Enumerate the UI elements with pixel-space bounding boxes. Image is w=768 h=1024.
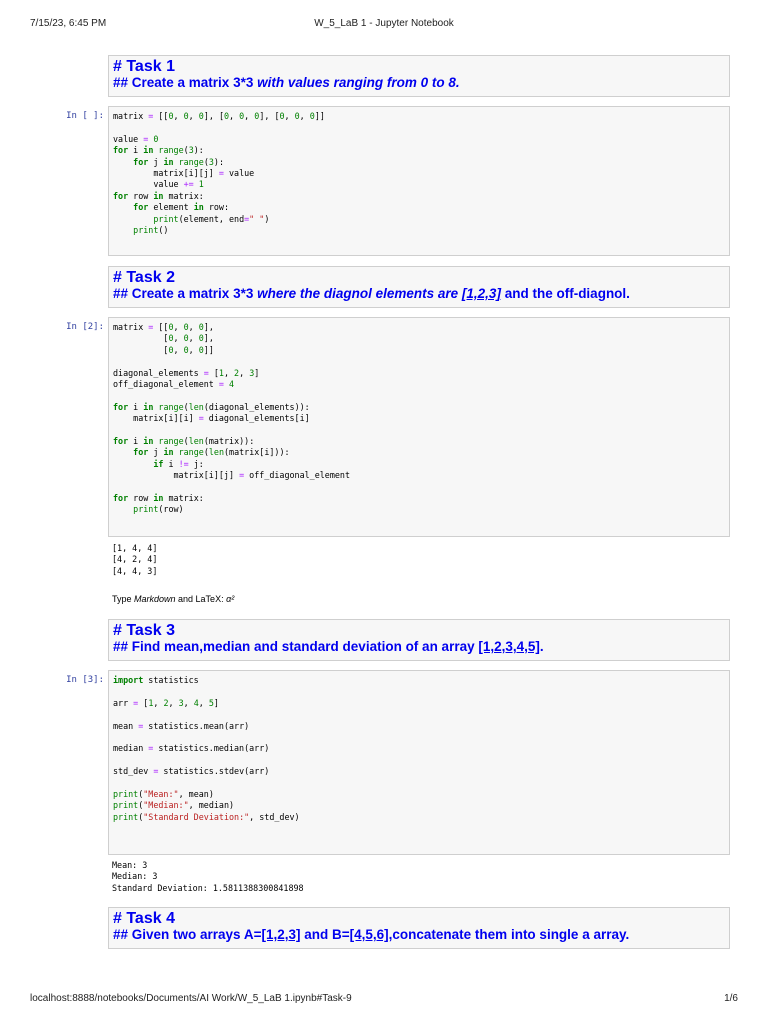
code-line: print("Median:", median) [113,800,235,811]
code-cell-1[interactable]: matrix = [[0, 0, 0], [0, 0, 0], [0, 0, 0… [108,106,730,256]
code-line: value = 0 [113,133,159,144]
code-line: median = statistics.median(arr) [113,743,270,754]
code-line: print() [133,224,169,235]
code-line: for j in range(len(matrix[i])): [133,447,290,458]
task2-heading: # Task 2 [113,269,175,286]
markdown-cell-task1[interactable]: # Task 1 ## Create a matrix 3*3 with val… [108,55,730,97]
task1-heading: # Task 1 [113,58,175,75]
task3-subheading: ## Find mean,median and standard deviati… [113,639,544,654]
code-line: diagonal_elements = [1, 2, 3] [113,367,260,378]
code-line: [0, 0, 0]] [113,344,214,355]
task2-link[interactable]: [1,2,3] [462,286,501,301]
code2-output: [1, 4, 4] [4, 2, 4] [4, 4, 3] [112,543,158,576]
code-line: for i in range(len(matrix)): [113,435,255,446]
print-header: 7/15/23, 6:45 PM W_5_LaB 1 - Jupyter Not… [30,18,738,32]
code-line: for i in range(len(diagonal_elements)): [113,401,310,412]
code3-prompt: In [3]: [66,675,104,685]
code-line: print("Mean:", mean) [113,788,214,799]
code-line: mean = statistics.mean(arr) [113,720,250,731]
code-line: for row in matrix: [113,492,204,503]
print-page-number: 1/6 [724,993,738,1004]
code-line: for j in range(3): [133,156,224,167]
rendered-markdown-cell[interactable]: Type Markdown and LaTeX: α² [112,594,234,604]
code-line: print(element, end=" ") [153,213,270,224]
code-line: off_diagonal_element = 4 [113,378,235,389]
task4-link-a[interactable]: [1,2,3] [261,927,300,942]
code-line: for i in range(3): [113,145,204,156]
code-line: matrix[i][j] = off_diagonal_element [113,470,351,481]
code-line: matrix[i][j] = value [113,167,255,178]
markdown-cell-task4[interactable]: # Task 4 ## Given two arrays A=[1,2,3] a… [108,907,730,949]
code-line: matrix = [[0, 0, 0], [0, 0, 0], [0, 0, 0… [113,111,325,121]
task1-subheading: ## Create a matrix 3*3 with values rangi… [113,75,460,90]
code-line: if i != j: [153,458,204,469]
code-line: for row in matrix: [113,190,204,201]
markdown-cell-task2[interactable]: # Task 2 ## Create a matrix 3*3 where th… [108,266,730,308]
task3-link[interactable]: [1,2,3,4,5] [478,639,540,654]
code-line: matrix = [[0, 0, 0], [113,322,214,332]
print-url: localhost:8888/notebooks/Documents/AI Wo… [30,993,352,1004]
code2-prompt: In [2]: [66,322,104,332]
task4-subheading: ## Given two arrays A=[1,2,3] and B=[4,5… [113,927,630,942]
code1-prompt: In [ ]: [66,111,104,121]
code-cell-3[interactable]: import statistics arr = [1, 2, 3, 4, 5] … [108,670,730,855]
code-line: arr = [1, 2, 3, 4, 5] [113,697,219,708]
code-line: std_dev = statistics.stdev(arr) [113,766,270,777]
print-title: W_5_LaB 1 - Jupyter Notebook [314,18,454,29]
code-line: print("Standard Deviation:", std_dev) [113,811,300,822]
code-line: import statistics [113,675,199,685]
task4-link-b[interactable]: [4,5,6] [350,927,389,942]
code-cell-2[interactable]: matrix = [[0, 0, 0], [0, 0, 0], [0, 0, 0… [108,317,730,537]
code-line: value += 1 [113,179,204,190]
task3-heading: # Task 3 [113,622,175,639]
code3-output: Mean: 3 Median: 3 Standard Deviation: 1.… [112,860,304,893]
code-line: print(row) [133,504,184,515]
task4-heading: # Task 4 [113,910,175,927]
task2-subheading: ## Create a matrix 3*3 where the diagnol… [113,286,630,301]
print-footer: localhost:8888/notebooks/Documents/AI Wo… [30,993,738,1007]
latex-alpha: α² [226,594,235,604]
code-line: [0, 0, 0], [113,333,214,344]
code-line: matrix[i][i] = diagonal_elements[i] [113,413,310,424]
code-line: for element in row: [133,202,230,213]
markdown-cell-task3[interactable]: # Task 3 ## Find mean,median and standar… [108,619,730,661]
